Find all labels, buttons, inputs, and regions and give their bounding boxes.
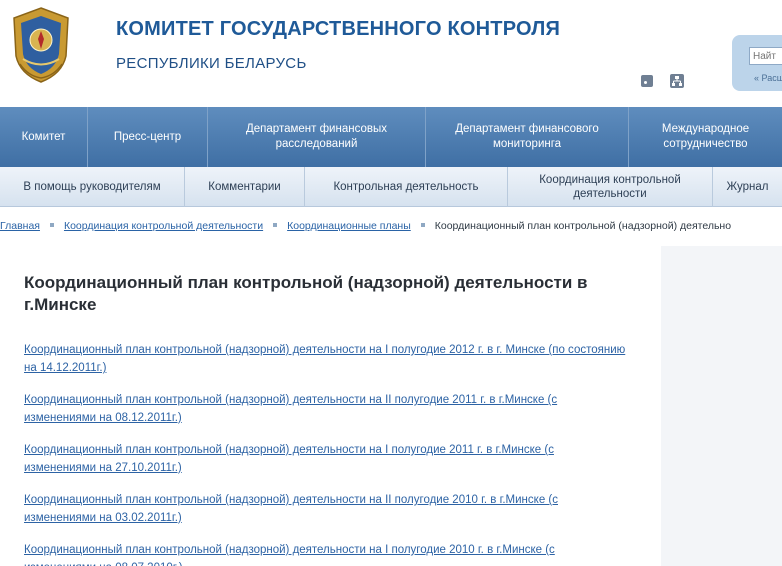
org-subtitle: РЕСПУБЛИКИ БЕЛАРУСЬ [116,55,307,72]
document-link[interactable]: Координационный план контрольной (надзор… [24,444,554,474]
org-title: КОМИТЕТ ГОСУДАРСТВЕННОГО КОНТРОЛЯ [116,18,561,40]
breadcrumb-home[interactable]: Главная [0,220,40,232]
rss-icon[interactable] [641,75,653,87]
list-item: Координационный план контрольной (надзор… [24,340,629,376]
nav-item-financial-monitoring[interactable]: Департамент финансового мониторинга [426,107,629,167]
list-item: Координационный план контрольной (надзор… [24,440,629,476]
breadcrumb-current: Координационный план контрольной (надзор… [434,220,732,232]
breadcrumb-coordination[interactable]: Координация контрольной деятельности [64,220,263,232]
breadcrumb: Главная Координация контрольной деятельно… [0,220,782,240]
right-sidebar [661,246,782,566]
list-item: Координационный план контрольной (надзор… [24,490,629,526]
document-list: Координационный план контрольной (надзор… [24,340,629,566]
search-panel: « Расш [732,35,782,91]
nav-item-international[interactable]: Международное сотрудничество [629,107,782,167]
breadcrumb-separator [273,223,278,227]
emblem-logo[interactable] [6,4,76,86]
advanced-search-link[interactable]: « Расш [754,73,782,83]
sub-item-coordination[interactable]: Координация контрольной деятельности [508,167,713,207]
document-link[interactable]: Координационный план контрольной (надзор… [24,394,557,424]
sub-item-control-activity[interactable]: Контрольная деятельность [305,167,508,207]
nav-item-committee[interactable]: Комитет [0,107,88,167]
breadcrumb-separator [49,223,54,227]
search-input[interactable] [749,47,782,65]
document-link[interactable]: Координационный план контрольной (надзор… [24,544,555,566]
breadcrumb-plans[interactable]: Координационные планы [287,220,411,232]
nav-item-press-center[interactable]: Пресс-центр [88,107,208,167]
list-item: Координационный план контрольной (надзор… [24,540,629,566]
document-link[interactable]: Координационный план контрольной (надзор… [24,494,558,524]
sub-item-managers-help[interactable]: В помощь руководителям [0,167,185,207]
site-header: КОМИТЕТ ГОСУДАРСТВЕННОГО КОНТРОЛЯ РЕСПУБ… [0,0,782,107]
nav-item-financial-investigations[interactable]: Департамент финансовых расследований [208,107,426,167]
document-link[interactable]: Координационный план контрольной (надзор… [24,344,625,374]
sub-item-journal[interactable]: Журнал [713,167,782,207]
page-title: Координационный план контрольной (надзор… [24,273,588,314]
main-nav: Комитет Пресс-центр Департамент финансов… [0,107,782,167]
sub-nav: В помощь руководителям Комментарии Контр… [0,167,782,207]
breadcrumb-separator [420,223,425,227]
sub-item-comments[interactable]: Комментарии [185,167,305,207]
list-item: Координационный план контрольной (надзор… [24,390,629,426]
sitemap-icon[interactable] [670,74,684,88]
